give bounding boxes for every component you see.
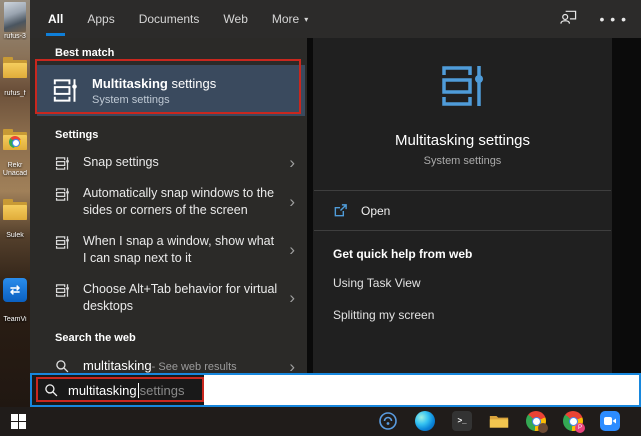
open-action[interactable]: Open [313,191,612,230]
chevron-right-icon[interactable]: › [289,358,295,375]
microsoft-edge-icon[interactable] [415,411,435,431]
detail-subtitle: System settings [423,155,502,167]
chrome-icon [9,136,21,148]
desktop-background-strip [612,38,641,373]
detail-title: Multitasking settings [394,132,531,149]
folder-icon [3,57,27,78]
more-options-icon[interactable]: • • • [600,12,627,26]
chevron-down-icon: ▾ [304,14,309,24]
chrome-icon[interactable] [526,411,548,433]
result-snap-settings[interactable]: Snap settings › [30,147,307,178]
desktop-icon-rekr-folder[interactable]: Rekr Unacad [0,129,30,177]
search-typed-text: multitasking [68,382,137,398]
tab-web[interactable]: Web [223,0,247,38]
multitasking-icon [53,79,77,102]
search-icon [45,383,58,396]
multitasking-icon-large [441,66,483,106]
connect-wireless-display-icon[interactable] [378,411,398,431]
chevron-right-icon[interactable]: › [289,241,295,258]
settings-section-header: Settings [55,129,99,141]
desktop-wallpaper: rufus-3 rufus_f Rekr Unacad Sulek ⇄ Team… [0,0,30,407]
desktop-icon-label: rufus_f [4,90,26,97]
desktop-icon-label: rufus-3 [4,33,26,40]
multitasking-icon [55,284,69,297]
desktop-icon-label: Rekr [7,162,23,169]
result-when-i-snap-a-window[interactable]: When I snap a window, show what I can sn… [30,226,307,274]
chevron-right-icon[interactable]: › [289,193,295,210]
search-tabs: All Apps Documents Web More ▾ [30,0,308,38]
search-suggestion-text: settings [139,382,185,398]
search-results-panel: Best match Multitasking settings System … [30,38,307,375]
taskbar-search-box[interactable]: multitasking settings [30,373,641,407]
tab-apps[interactable]: Apps [87,0,114,38]
help-link-using-task-view[interactable]: Using Task View [313,267,612,299]
folder-icon [3,199,27,220]
best-match-title: Multitasking settings [92,75,217,91]
desktop-icon-label: Unacad [2,170,28,177]
search-input[interactable]: multitasking settings [32,375,204,405]
file-explorer-icon[interactable] [489,411,509,431]
desktop-icon-rufus-folder[interactable]: rufus_f [0,57,30,97]
sign-in-options-icon[interactable] [559,8,578,30]
result-detail-panel: Multitasking settings System settings Op… [313,38,612,373]
best-match-header: Best match [55,47,115,59]
quick-help-header: Get quick help from web [333,247,473,261]
desktop-icon-rufus-app[interactable]: rufus-3 [0,2,30,40]
result-choose-alt-tab-behavior[interactable]: Choose Alt+Tab behavior for virtual desk… [30,274,307,322]
desktop-icon-sulek-folder[interactable]: Sulek [0,199,30,239]
search-the-web-header: Search the web [55,332,136,344]
best-match-subtitle: System settings [92,93,170,106]
result-automatically-snap-windows[interactable]: Automatically snap windows to the sides … [30,178,307,226]
text-cursor [137,382,139,398]
terminal-icon[interactable]: >_ [452,411,472,431]
tab-more[interactable]: More ▾ [272,0,308,38]
taskbar: >_ P [0,407,641,436]
windows-logo-icon [11,414,26,429]
chrome-profile-p-icon[interactable]: P [563,411,585,433]
tab-all[interactable]: All [45,0,66,38]
folder-chrome-icon [3,129,27,150]
help-link-splitting-my-screen[interactable]: Splitting my screen [313,299,612,331]
multitasking-icon [55,188,69,201]
desktop-icon-teamviewer[interactable]: ⇄ TeamVi [0,278,30,323]
start-button[interactable] [11,414,26,429]
best-match-result-multitasking-settings[interactable]: Multitasking settings System settings [37,65,305,116]
search-flyout-tab-bar: All Apps Documents Web More ▾ • • • [30,0,641,38]
desktop-icon-label: Sulek [6,232,24,239]
open-in-new-icon [334,204,347,217]
tab-documents[interactable]: Documents [139,0,200,38]
search-icon [56,360,69,373]
multitasking-icon [55,157,69,170]
teamviewer-icon: ⇄ [3,278,27,302]
chevron-right-icon[interactable]: › [289,154,295,171]
multitasking-icon [55,236,69,249]
desktop-icon-label: TeamVi [3,316,27,323]
chrome-profile-p-badge: P [575,423,585,433]
zoom-app-icon[interactable] [600,411,620,431]
rufus-app-icon [4,2,26,32]
chrome-profile-badge [538,423,548,433]
chevron-right-icon[interactable]: › [289,289,295,306]
